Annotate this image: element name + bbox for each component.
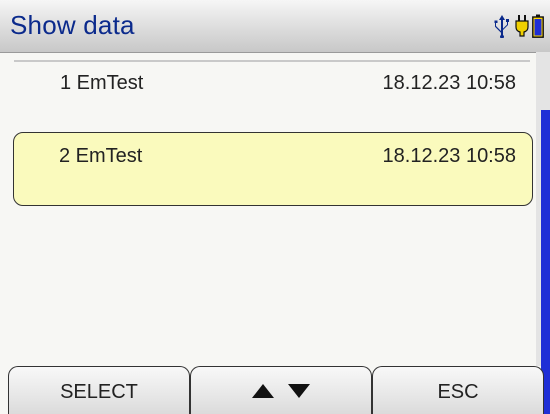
records-list: 1 EmTest 18.12.23 10:58 2 EmTest 18.12.2…	[0, 60, 536, 366]
power-plug-icon	[515, 14, 529, 38]
battery-icon	[532, 14, 544, 38]
record-item-1[interactable]: 1 EmTest 18.12.23 10:58	[14, 64, 530, 104]
arrow-down-icon	[288, 381, 310, 404]
record-date: 18.12.23 10:58	[382, 72, 516, 94]
status-icons	[492, 12, 544, 40]
record-date: 18.12.23 10:58	[382, 145, 516, 167]
select-button[interactable]: SELECT	[8, 366, 190, 414]
record-label: 2 EmTest	[59, 145, 143, 167]
esc-button[interactable]: ESC	[372, 366, 544, 414]
device-screen: Show data 1 EmTest 18.12.23 10:58 2 EmTe…	[0, 0, 550, 414]
softkey-bar: SELECT ESC	[0, 366, 550, 414]
scrollbar[interactable]	[536, 52, 550, 414]
record-label: 1 EmTest	[60, 72, 144, 94]
record-item-2-selected[interactable]: 2 EmTest 18.12.23 10:58	[13, 132, 533, 206]
page-title: Show data	[10, 10, 135, 40]
usb-icon	[492, 14, 512, 38]
title-bar: Show data	[0, 0, 550, 53]
arrow-up-icon	[252, 381, 274, 404]
navigate-up-down-button[interactable]	[190, 366, 372, 414]
